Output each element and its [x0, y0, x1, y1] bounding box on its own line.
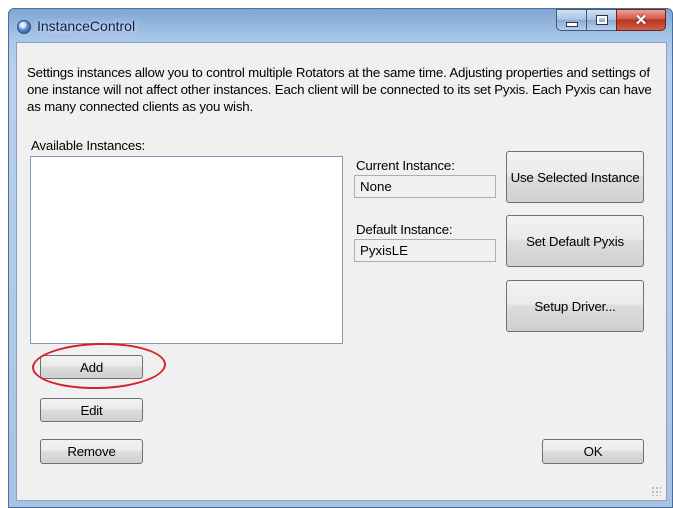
current-instance-label: Current Instance: [356, 158, 455, 173]
remove-button[interactable]: Remove [40, 439, 143, 464]
available-instances-label: Available Instances: [31, 138, 146, 153]
maximize-button[interactable] [586, 9, 616, 31]
window-controls: ✕ [556, 9, 666, 31]
available-instances-list[interactable] [30, 156, 343, 344]
edit-button[interactable]: Edit [40, 398, 143, 422]
maximize-icon [595, 15, 608, 25]
description-text: Settings instances allow you to control … [27, 65, 652, 114]
current-instance-field: None [354, 175, 496, 198]
title-bar[interactable]: InstanceControl ✕ [9, 9, 672, 41]
add-button[interactable]: Add [40, 355, 143, 379]
ok-button[interactable]: OK [542, 439, 644, 464]
setup-driver-button[interactable]: Setup Driver... [506, 280, 644, 332]
close-icon: ✕ [634, 11, 648, 29]
window-title: InstanceControl [37, 18, 136, 34]
close-button[interactable]: ✕ [616, 9, 666, 31]
default-instance-field: PyxisLE [354, 239, 496, 262]
minimize-icon [565, 21, 578, 27]
resize-grip[interactable] [651, 486, 661, 496]
set-default-pyxis-button[interactable]: Set Default Pyxis [506, 215, 644, 267]
minimize-button[interactable] [556, 9, 586, 31]
default-instance-label: Default Instance: [356, 222, 453, 237]
app-icon [17, 20, 31, 34]
use-selected-instance-button[interactable]: Use Selected Instance [506, 151, 644, 203]
